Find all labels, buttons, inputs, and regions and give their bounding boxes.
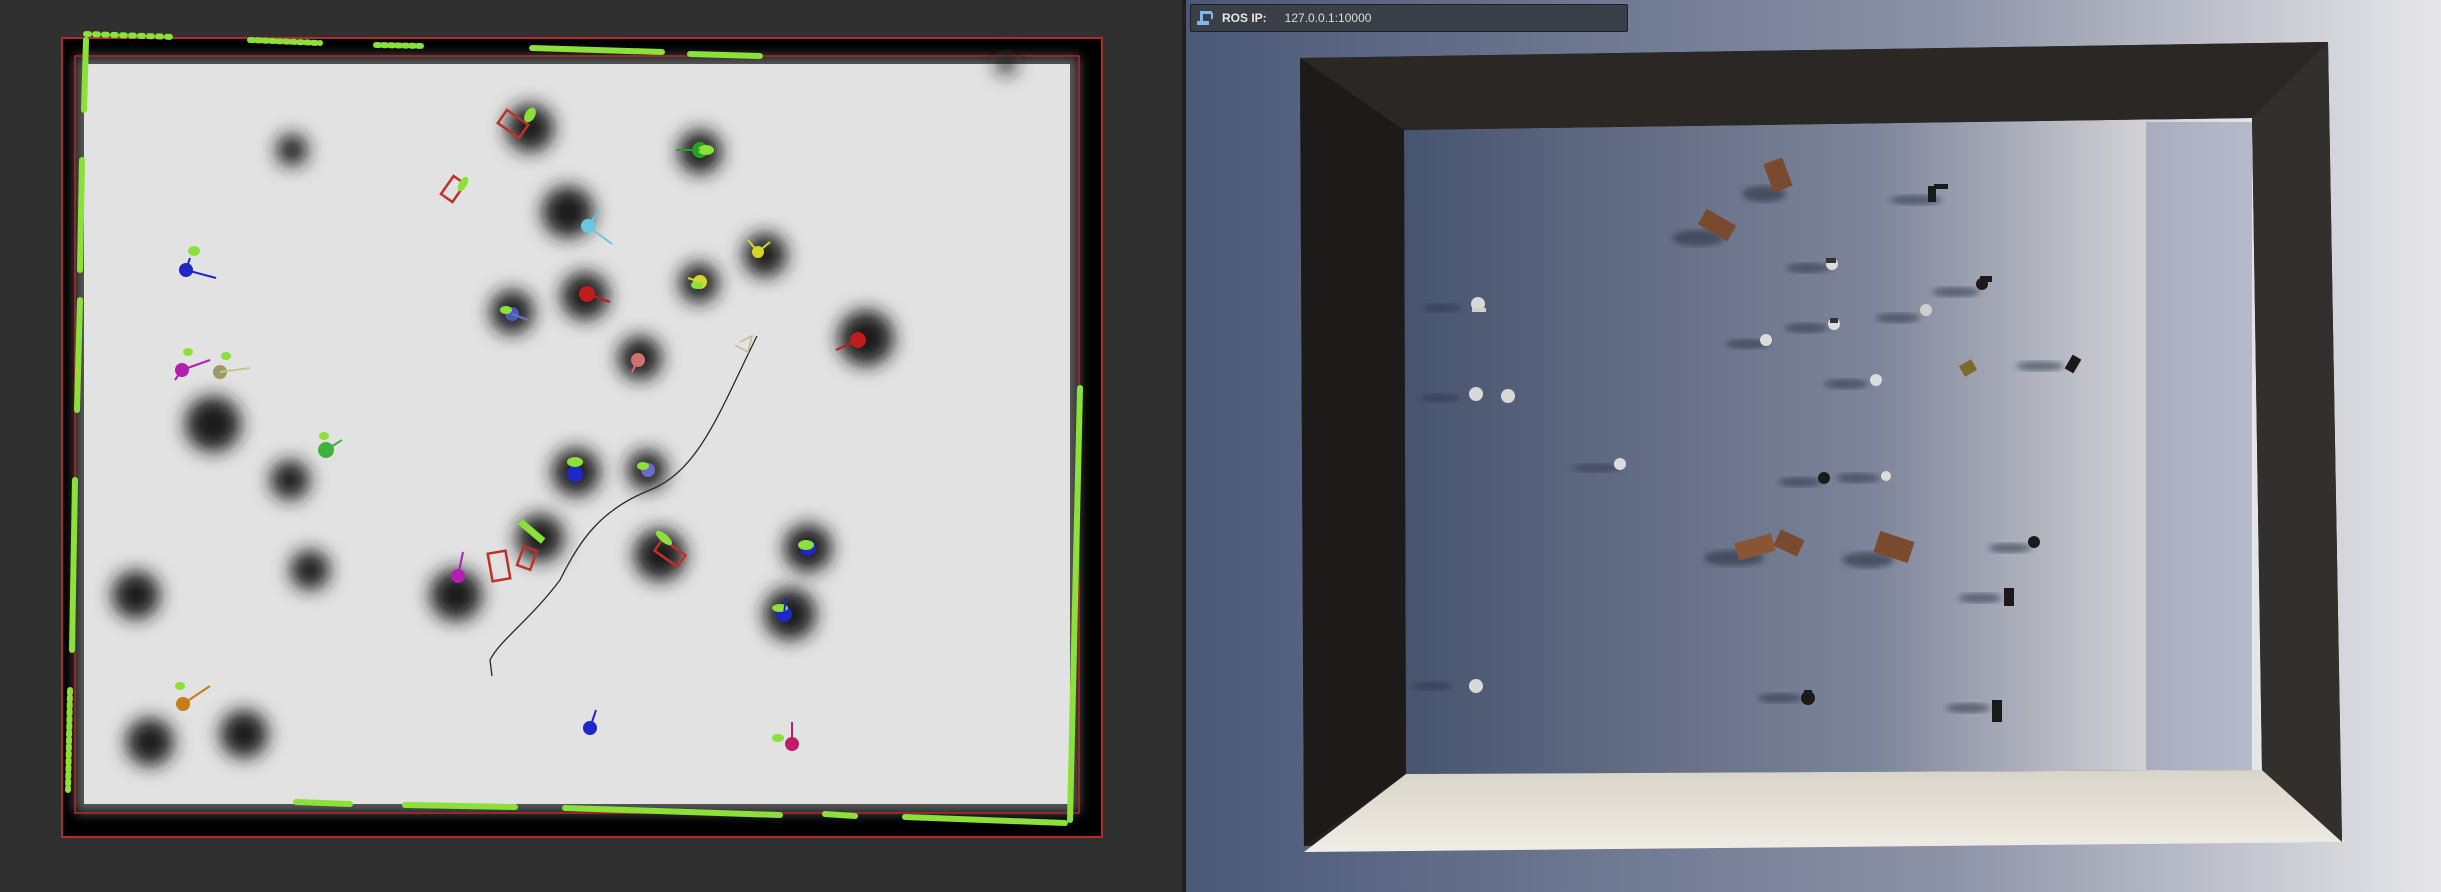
east-wall (2252, 42, 2342, 842)
ros-connection-bar: ROS IP: 127.0.0.1:10000 (1190, 4, 1628, 32)
ros-ip-value[interactable]: 127.0.0.1:10000 (1285, 11, 1372, 25)
agent-blue-2 (567, 457, 583, 482)
simulation-view-panel[interactable]: ROS IP: 127.0.0.1:10000 (1186, 0, 2441, 892)
simulation-scene[interactable] (1186, 0, 2441, 892)
ros-ip-label: ROS IP: (1222, 11, 1267, 25)
robot-arm-icon (1197, 11, 1213, 25)
rviz-map-panel (0, 0, 1182, 892)
room-floor (1404, 118, 2262, 774)
south-wall (1304, 770, 2346, 852)
occupancy-map[interactable] (0, 0, 1182, 892)
wall-shadow (2146, 122, 2252, 770)
west-wall (1300, 58, 1406, 846)
